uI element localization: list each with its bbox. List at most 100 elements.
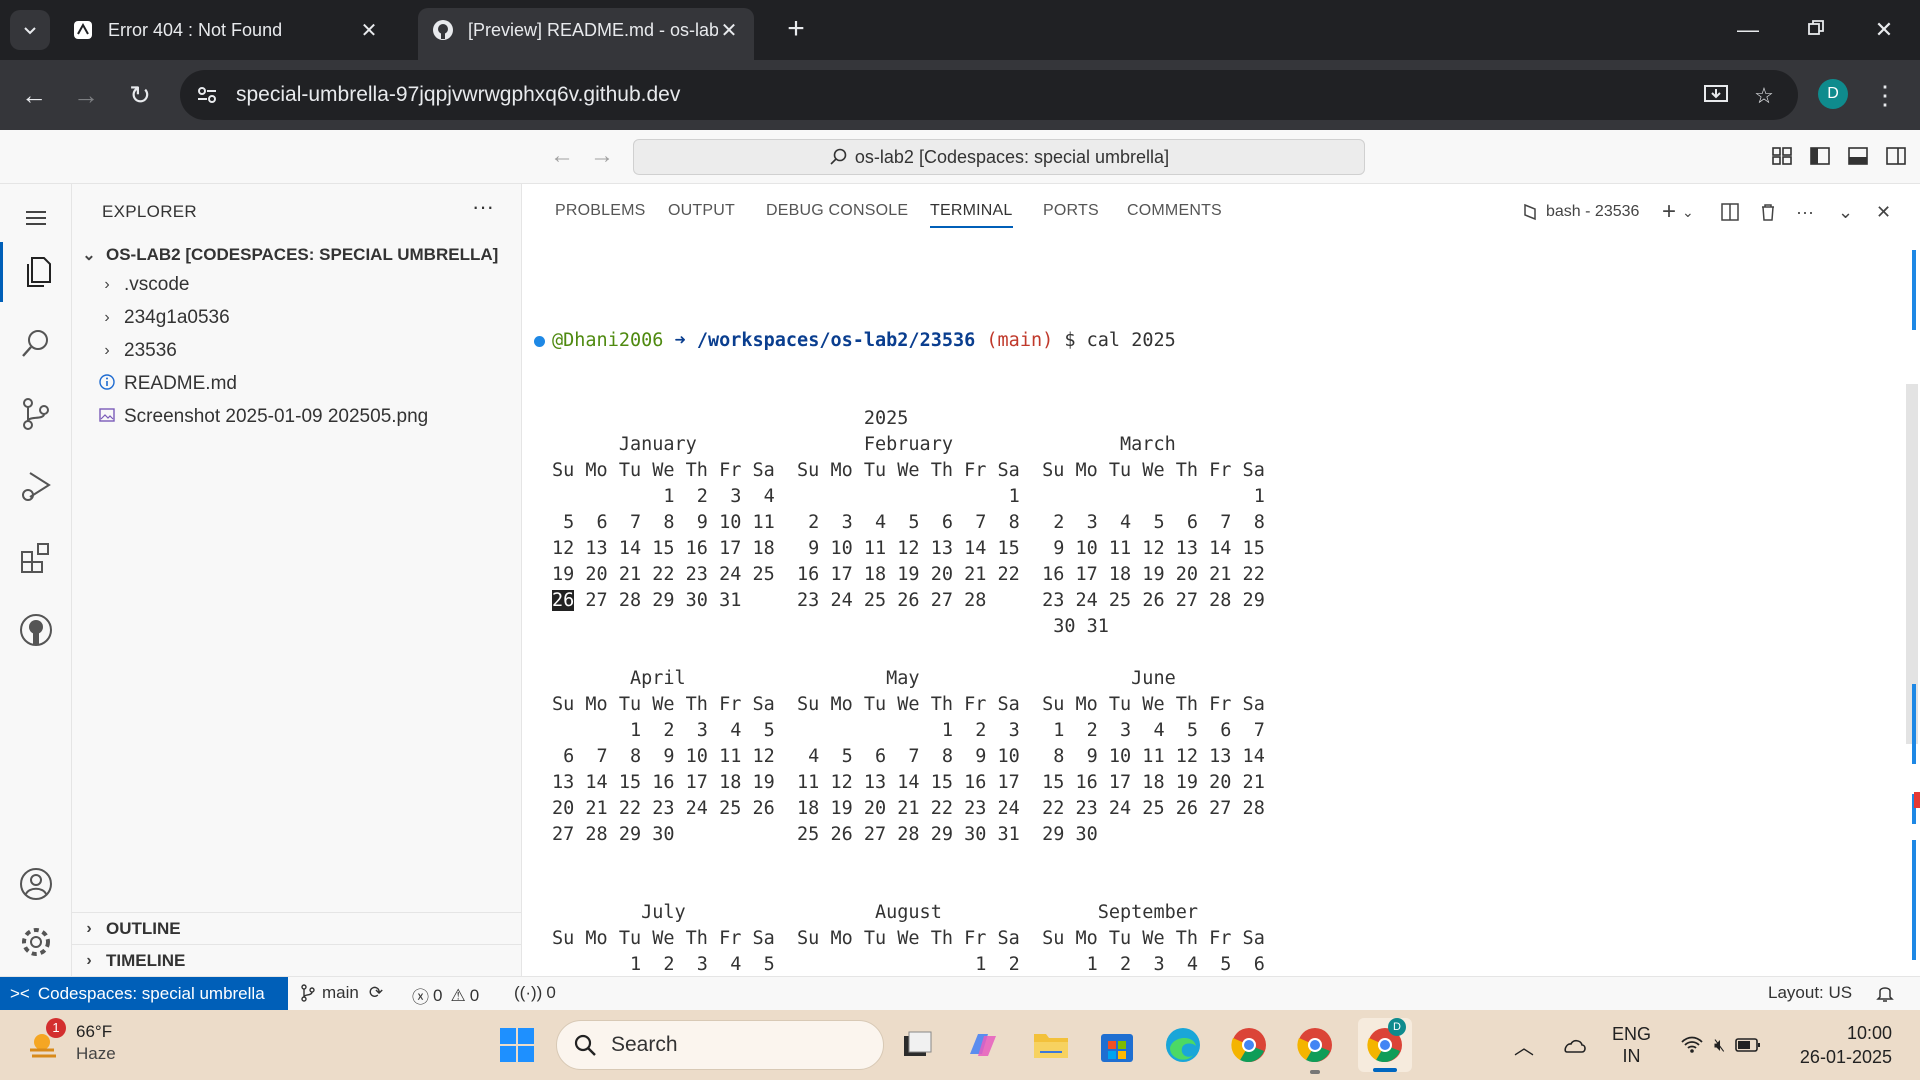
source-control-view-button[interactable] [0, 384, 72, 444]
toggle-primary-sidebar-icon[interactable] [1808, 144, 1834, 170]
workspace-root-folder[interactable]: ⌄ OS-LAB2 [CODESPACES: SPECIAL UMBRELLA] [78, 240, 518, 270]
outline-label: OUTLINE [106, 918, 181, 938]
tab-debug-console[interactable]: DEBUG CONSOLE [766, 202, 908, 226]
restore-button[interactable] [1796, 14, 1836, 46]
toggle-secondary-sidebar-icon[interactable] [1884, 144, 1910, 170]
scrollbar-marker [1914, 792, 1920, 808]
edge-button[interactable] [1162, 1024, 1204, 1066]
go-back-icon[interactable]: ← [548, 142, 576, 170]
reload-button[interactable]: ↻ [122, 77, 158, 113]
branch-indicator[interactable]: main ⟳ [300, 983, 383, 1003]
file-explorer-button[interactable] [1030, 1024, 1072, 1066]
more-actions-icon[interactable]: ··· [1796, 198, 1814, 226]
profile-badge: D [1388, 1018, 1406, 1036]
browser-menu-icon[interactable]: ⋮ [1872, 77, 1898, 113]
address-bar[interactable]: special-umbrella-97jqpjvwrwgphxq6v.githu… [180, 70, 1798, 120]
browser-tab-readme[interactable]: [Preview] README.md - os-lab2 ✕ [418, 8, 754, 60]
go-forward-icon[interactable]: → [588, 142, 616, 170]
tab-comments[interactable]: COMMENTS [1127, 202, 1222, 226]
chevron-right-icon: › [104, 342, 110, 359]
tree-folder-234g1a0536[interactable]: › 234g1a0536 [96, 303, 516, 333]
tree-folder-vscode[interactable]: › .vscode [96, 270, 516, 300]
tab-output[interactable]: OUTPUT [668, 202, 735, 226]
minimize-button[interactable]: — [1728, 14, 1768, 46]
ports-indicator[interactable]: ((·)) 0 [514, 983, 556, 1003]
forward-button[interactable]: → [68, 77, 104, 113]
chrome-button[interactable] [1228, 1024, 1270, 1066]
more-actions-icon[interactable]: ··· [472, 194, 494, 220]
split-terminal-button[interactable] [1720, 198, 1740, 226]
new-tab-button[interactable]: + [780, 14, 812, 46]
bookmark-star-icon[interactable]: ☆ [1750, 82, 1778, 110]
tab-ports[interactable]: PORTS [1043, 202, 1099, 226]
input-language-button[interactable]: ENG IN [1612, 1010, 1651, 1080]
new-terminal-button[interactable]: + ⌄ [1662, 198, 1694, 226]
tree-file-readme[interactable]: README.md [96, 369, 516, 399]
onedrive-button[interactable] [1560, 1010, 1588, 1080]
sync-icon[interactable]: ⟳ [369, 983, 383, 1003]
tree-file-screenshot[interactable]: Screenshot 2025-01-09 202505.png [96, 402, 516, 432]
weather-widget[interactable]: 1 66°F Haze [28, 1018, 148, 1070]
clock-button[interactable]: 10:00 26-01-2025 [1796, 1010, 1892, 1080]
chevron-down-icon[interactable]: ⌄ [1682, 204, 1694, 221]
weather-badge: 1 [46, 1018, 66, 1038]
manage-button[interactable] [0, 912, 72, 972]
extensions-view-button[interactable] [0, 528, 72, 588]
install-app-icon[interactable] [1702, 82, 1730, 110]
customize-layout-icon[interactable] [1770, 144, 1796, 170]
tab-search-button[interactable] [10, 10, 50, 50]
task-view-button[interactable] [896, 1024, 938, 1066]
error-count: 0 [433, 985, 443, 1005]
problems-indicator[interactable]: ⓧ 0 ⚠ 0 [412, 983, 479, 1008]
remote-label: Codespaces: special umbrella [37, 983, 265, 1003]
keyboard-layout-indicator[interactable]: Layout: US [1768, 983, 1852, 1003]
remote-indicator[interactable]: >< Codespaces: special umbrella [0, 977, 288, 1010]
show-hidden-icons-button[interactable]: ︿ [1514, 1010, 1534, 1080]
command-center[interactable]: os-lab2 [Codespaces: special umbrella] [633, 139, 1365, 175]
command-decoration-icon[interactable] [534, 336, 545, 347]
github-view-button[interactable] [0, 600, 72, 660]
terminal-instance-selector[interactable]: bash - 23536 [1520, 198, 1639, 226]
start-button[interactable] [496, 1024, 538, 1066]
image-file-icon [96, 407, 118, 428]
notifications-button[interactable] [1876, 983, 1894, 1003]
profile-avatar[interactable]: D [1818, 79, 1848, 109]
close-icon[interactable]: ✕ [358, 18, 380, 43]
browser-tab-error[interactable]: Error 404 : Not Found ✕ [58, 8, 394, 52]
timeline-section[interactable]: › TIMELINE [72, 944, 522, 976]
tab-terminal[interactable]: TERMINAL [930, 202, 1013, 228]
back-button[interactable]: ← [16, 77, 52, 113]
terminal-line: 13 14 15 16 17 18 19 11 12 13 14 15 16 1… [552, 772, 1265, 793]
files-icon [26, 257, 51, 287]
maximize-panel-button[interactable]: ⌄ [1838, 198, 1853, 226]
taskbar-search[interactable]: Search [556, 1020, 884, 1070]
accounts-button[interactable] [0, 854, 72, 914]
terminal-output[interactable]: @Dhani2006 ➜ /workspaces/os-lab2/23536 (… [534, 276, 1265, 1080]
toggle-panel-icon[interactable] [1846, 144, 1872, 170]
tree-folder-23536[interactable]: › 23536 [96, 336, 516, 366]
terminal-line: July August September [552, 902, 1199, 923]
chrome-active-button[interactable]: D [1358, 1018, 1412, 1072]
close-panel-button[interactable]: ✕ [1876, 198, 1891, 226]
close-window-button[interactable]: ✕ [1864, 14, 1904, 46]
prompt-arrow: ➜ [674, 330, 686, 351]
menu-button[interactable] [0, 188, 72, 248]
outline-section[interactable]: › OUTLINE [72, 912, 522, 944]
quick-settings-button[interactable]: 🔇︎ [1680, 1010, 1761, 1080]
bell-icon [1876, 987, 1894, 1002]
explorer-view-button[interactable] [0, 242, 72, 302]
chrome-profile-button[interactable] [1294, 1024, 1336, 1074]
info-icon [96, 373, 118, 395]
run-debug-view-button[interactable] [0, 456, 72, 516]
copilot-button[interactable] [962, 1024, 1004, 1066]
source-control-icon [23, 398, 49, 430]
microsoft-store-button[interactable] [1096, 1024, 1138, 1066]
tab-problems[interactable]: PROBLEMS [555, 202, 646, 226]
gear-icon [22, 928, 50, 956]
region-code: IN [1622, 1046, 1641, 1066]
close-icon[interactable]: ✕ [718, 18, 740, 43]
search-view-button[interactable] [0, 314, 72, 374]
explorer-sidebar: EXPLORER ··· ⌄ OS-LAB2 [CODESPACES: SPEC… [72, 184, 522, 976]
site-info-icon[interactable] [194, 82, 220, 108]
kill-terminal-button[interactable] [1758, 198, 1778, 226]
